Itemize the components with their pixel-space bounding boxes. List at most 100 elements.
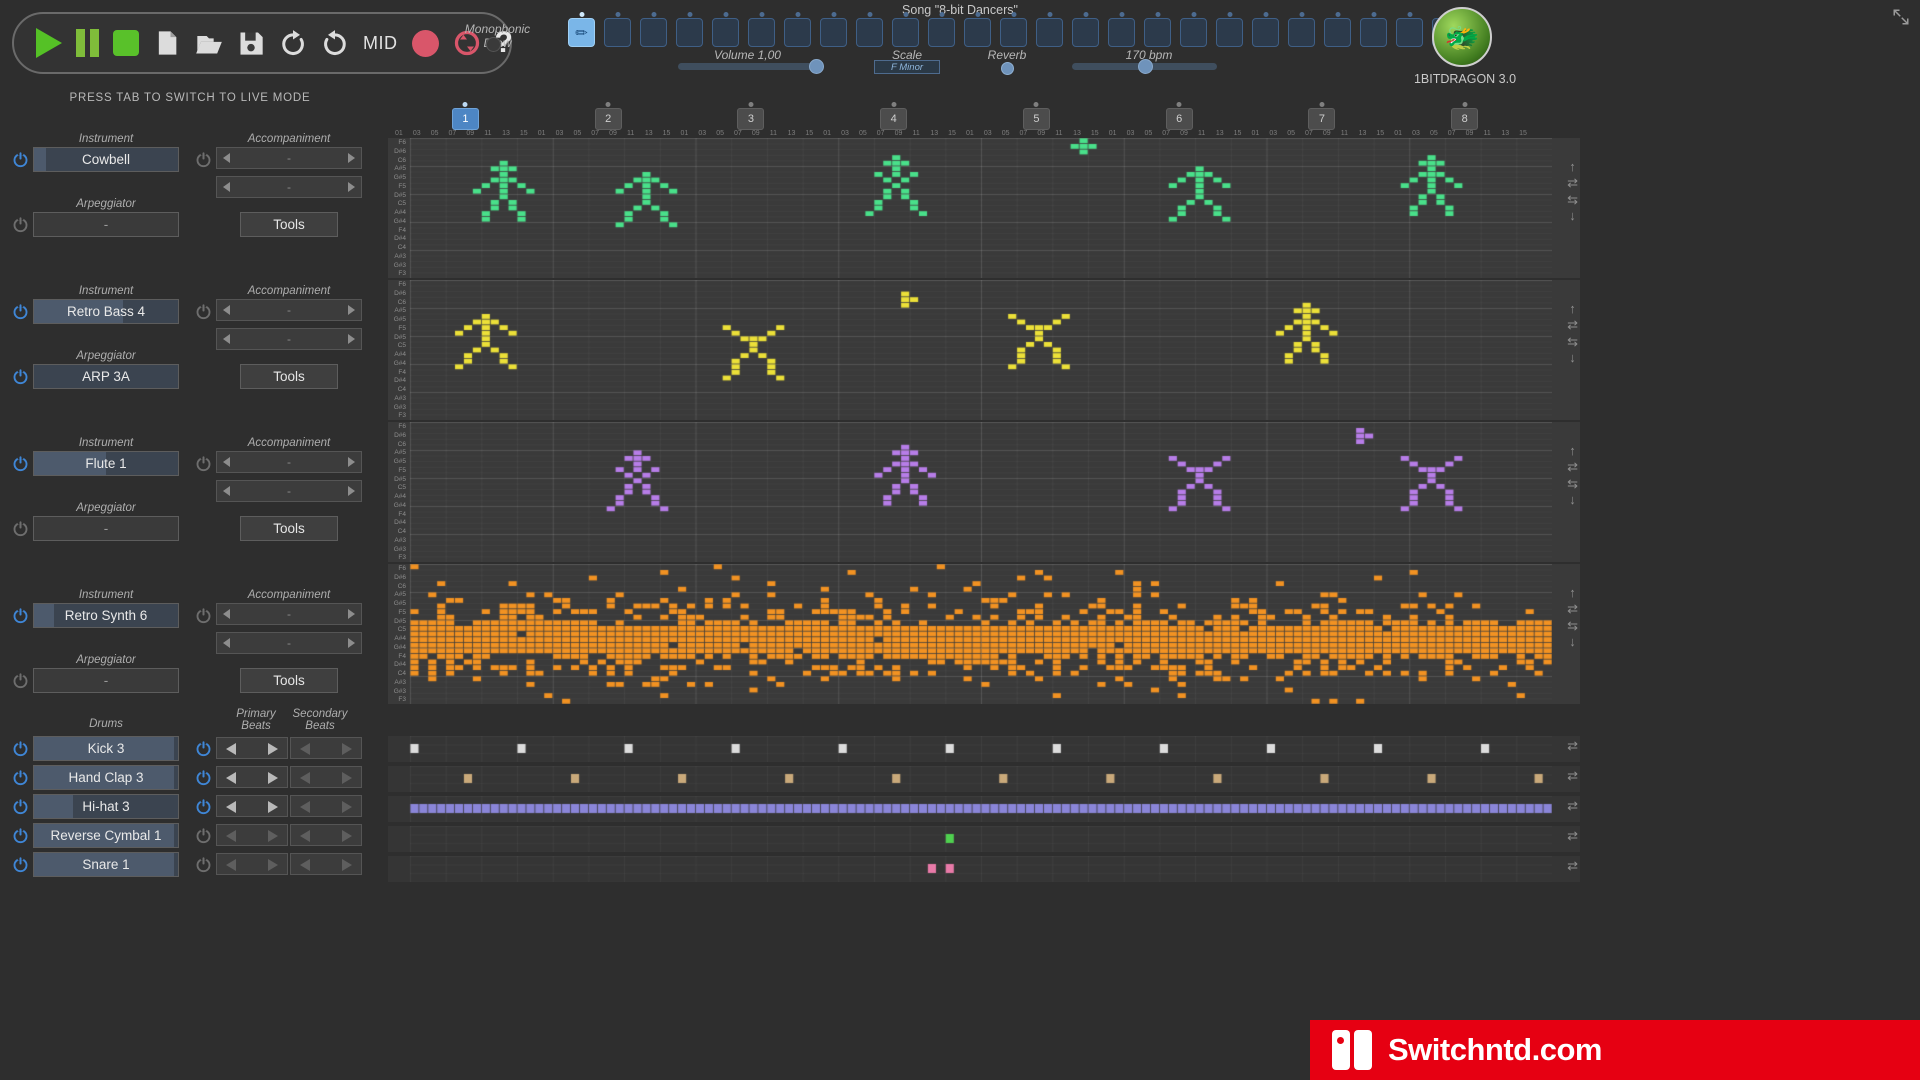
instrument-select-2[interactable]: Retro Bass 4 bbox=[33, 299, 179, 324]
shift-left-button[interactable]: ⇆ bbox=[1567, 334, 1578, 349]
arrow-right-icon[interactable] bbox=[342, 830, 352, 842]
play-button[interactable] bbox=[36, 28, 62, 58]
bar-marker-5[interactable]: 5 bbox=[1022, 102, 1050, 130]
arrow-right-icon[interactable] bbox=[342, 801, 352, 813]
pattern-slot-6[interactable] bbox=[748, 12, 775, 47]
pattern-slot-10[interactable] bbox=[892, 12, 919, 47]
primary-beats-stepper-4[interactable] bbox=[216, 824, 288, 846]
arpeggiator-select-2[interactable]: ARP 3A bbox=[33, 364, 179, 389]
accompaniment-select-b-4[interactable]: - bbox=[216, 632, 362, 654]
arrow-left-icon[interactable] bbox=[226, 743, 236, 755]
pattern-slot-19[interactable] bbox=[1216, 12, 1243, 47]
instrument-power-1[interactable] bbox=[12, 151, 29, 168]
arrow-left-icon[interactable] bbox=[300, 743, 310, 755]
arrow-left-icon[interactable] bbox=[300, 859, 310, 871]
secondary-beats-stepper-1[interactable] bbox=[290, 737, 362, 759]
transpose-down-button[interactable]: ↓ bbox=[1569, 634, 1576, 649]
arrow-right-icon[interactable] bbox=[268, 830, 278, 842]
secondary-beats-stepper-3[interactable] bbox=[290, 795, 362, 817]
shift-right-button[interactable]: ⇄ bbox=[1567, 858, 1578, 873]
arrow-right-icon[interactable] bbox=[268, 859, 278, 871]
reverb-knob[interactable] bbox=[1001, 62, 1014, 75]
transpose-up-button[interactable]: ↑ bbox=[1569, 443, 1576, 458]
bar-marker-3[interactable]: 3 bbox=[737, 102, 765, 130]
arrow-right-icon[interactable] bbox=[342, 859, 352, 871]
pattern-slot-14[interactable] bbox=[1036, 12, 1063, 47]
instrument-power-3[interactable] bbox=[12, 455, 29, 472]
arrow-right-icon[interactable] bbox=[342, 772, 352, 784]
drum-beats-power-1[interactable] bbox=[195, 740, 212, 757]
pattern-slot-11[interactable] bbox=[928, 12, 955, 47]
save-button[interactable] bbox=[237, 28, 265, 58]
shift-right-button[interactable]: ⇄ bbox=[1567, 175, 1578, 190]
lane-retro-bass-4[interactable]: F6 D#6 C6 A#5 G#5 F5 D#5 C5 A#4 G#4 F4 D#4 C4 A#3 G#3 F… bbox=[388, 280, 1580, 420]
transpose-up-button[interactable]: ↑ bbox=[1569, 585, 1576, 600]
new-button[interactable] bbox=[153, 28, 181, 58]
bar-marker-2[interactable]: 2 bbox=[594, 102, 622, 130]
volume-slider-knob[interactable] bbox=[809, 59, 824, 74]
accompaniment-select-b-2[interactable]: - bbox=[216, 328, 362, 350]
accompaniment-power-1[interactable] bbox=[195, 151, 212, 168]
note-grid-canvas[interactable] bbox=[388, 138, 1552, 278]
arrow-left-icon[interactable] bbox=[226, 801, 236, 813]
midi-button[interactable]: MID bbox=[363, 33, 398, 54]
accompaniment-select-a-4[interactable]: - bbox=[216, 603, 362, 625]
shift-right-button[interactable]: ⇄ bbox=[1567, 601, 1578, 616]
drum-select-3[interactable]: Hi-hat 3 bbox=[33, 794, 179, 819]
transpose-up-button[interactable]: ↑ bbox=[1569, 159, 1576, 174]
drum-select-5[interactable]: Snare 1 bbox=[33, 852, 179, 877]
pattern-slot-13[interactable] bbox=[1000, 12, 1027, 47]
bar-marker-6[interactable]: 6 bbox=[1165, 102, 1193, 130]
shift-right-button[interactable]: ⇄ bbox=[1567, 738, 1578, 753]
arpeggiator-power-3[interactable] bbox=[12, 520, 29, 537]
pause-button[interactable] bbox=[76, 28, 99, 58]
instrument-power-4[interactable] bbox=[12, 607, 29, 624]
drum-select-1[interactable]: Kick 3 bbox=[33, 736, 179, 761]
pattern-slot-5[interactable] bbox=[712, 12, 739, 47]
undo-button[interactable] bbox=[279, 28, 307, 58]
lane-cowbell[interactable]: F6 D#6 C6 A#5 G#5 F5 D#5 C5 A#4 G#4 F4 D#4 C4 A#3 G#3 F… bbox=[388, 138, 1580, 278]
arrow-right-icon[interactable] bbox=[268, 772, 278, 784]
drum-lane-reverse-cymbal-1[interactable]: ⇄ bbox=[388, 826, 1580, 852]
arrow-right-icon[interactable] bbox=[342, 743, 352, 755]
drum-power-4[interactable] bbox=[12, 827, 29, 844]
pattern-slot-4[interactable] bbox=[676, 12, 703, 47]
accompaniment-select-b-3[interactable]: - bbox=[216, 480, 362, 502]
arrow-left-icon[interactable] bbox=[226, 772, 236, 784]
accompaniment-power-2[interactable] bbox=[195, 303, 212, 320]
redo-button[interactable] bbox=[321, 28, 349, 58]
arrow-left-icon[interactable] bbox=[300, 772, 310, 784]
arpeggiator-power-1[interactable] bbox=[12, 216, 29, 233]
pattern-slot-1[interactable]: ✏ bbox=[568, 12, 595, 47]
transpose-up-button[interactable]: ↑ bbox=[1569, 301, 1576, 316]
drum-lane-kick-3[interactable]: ⇄ bbox=[388, 736, 1580, 762]
record-button[interactable] bbox=[411, 28, 439, 58]
accompaniment-select-b-1[interactable]: - bbox=[216, 176, 362, 198]
arpeggiator-select-3[interactable]: - bbox=[33, 516, 179, 541]
pattern-slot-8[interactable] bbox=[820, 12, 847, 47]
bar-marker-4[interactable]: 4 bbox=[880, 102, 908, 130]
drum-beats-power-3[interactable] bbox=[195, 798, 212, 815]
arrow-left-icon[interactable] bbox=[300, 801, 310, 813]
drum-grid-canvas[interactable] bbox=[388, 766, 1552, 792]
arpeggiator-select-1[interactable]: - bbox=[33, 212, 179, 237]
drum-power-2[interactable] bbox=[12, 769, 29, 786]
shift-left-button[interactable]: ⇆ bbox=[1567, 476, 1578, 491]
instrument-select-1[interactable]: Cowbell bbox=[33, 147, 179, 172]
secondary-beats-stepper-5[interactable] bbox=[290, 853, 362, 875]
drum-beats-power-2[interactable] bbox=[195, 769, 212, 786]
pattern-slot-16[interactable] bbox=[1108, 12, 1135, 47]
primary-beats-stepper-2[interactable] bbox=[216, 766, 288, 788]
pattern-slot-7[interactable] bbox=[784, 12, 811, 47]
shift-right-button[interactable]: ⇄ bbox=[1567, 768, 1578, 783]
lane-retro-synth-6[interactable]: F6 D#6 C6 A#5 G#5 F5 D#5 C5 A#4 G#4 F4 D#4 C4 A#3 G#3 F… bbox=[388, 564, 1580, 704]
secondary-beats-stepper-4[interactable] bbox=[290, 824, 362, 846]
shift-right-button[interactable]: ⇄ bbox=[1567, 798, 1578, 813]
pattern-slot-15[interactable] bbox=[1072, 12, 1099, 47]
drum-grid-canvas[interactable] bbox=[388, 736, 1552, 762]
shift-left-button[interactable]: ⇆ bbox=[1567, 192, 1578, 207]
tools-button-3[interactable]: Tools bbox=[240, 516, 338, 541]
accompaniment-power-4[interactable] bbox=[195, 607, 212, 624]
bar-marker-1[interactable]: 1 bbox=[451, 102, 479, 130]
pattern-slot-2[interactable] bbox=[604, 12, 631, 47]
